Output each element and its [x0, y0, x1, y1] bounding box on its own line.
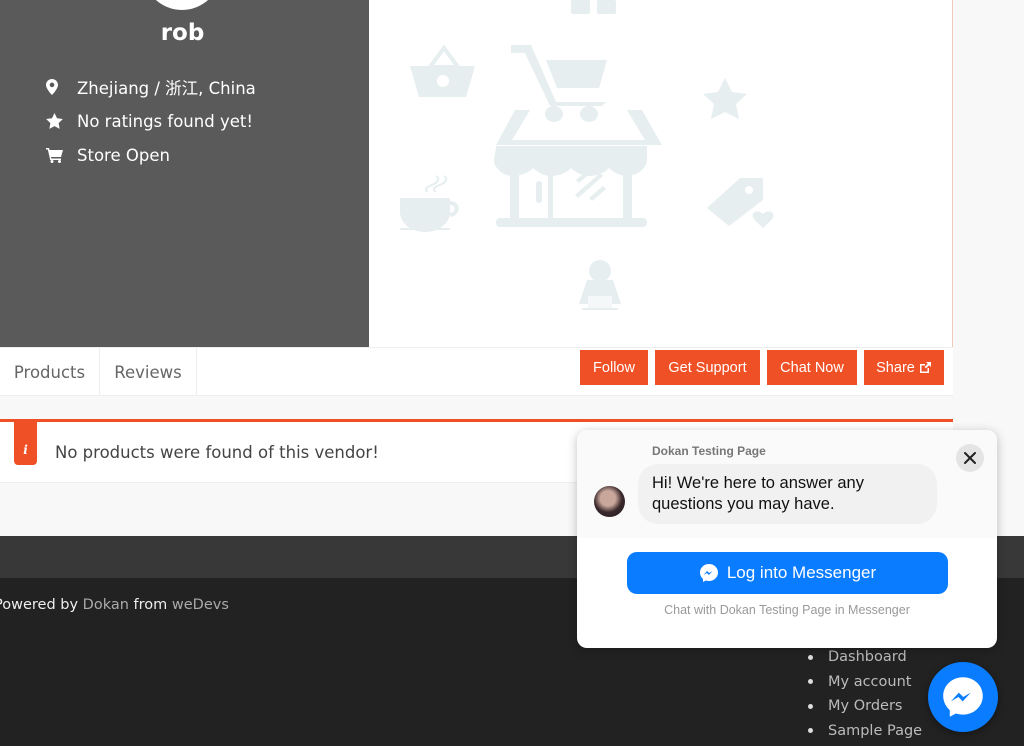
shopping-cart-icon — [46, 147, 77, 163]
basket-icon — [410, 44, 475, 97]
store-status: Store Open — [46, 138, 256, 172]
messenger-icon — [699, 563, 719, 583]
log-into-messenger-button[interactable]: Log into Messenger — [627, 552, 948, 594]
close-button[interactable] — [956, 444, 984, 472]
messenger-chat-button[interactable] — [928, 662, 998, 732]
star-icon — [46, 113, 77, 129]
coffee-cup-icon — [400, 175, 459, 232]
footer-link-sample-page[interactable]: Sample Page — [808, 719, 922, 744]
share-label: Share — [876, 359, 915, 376]
follow-button[interactable]: Follow — [580, 350, 648, 385]
store-header: rob Zhejiang / 浙江, China No ratings foun… — [0, 0, 953, 396]
messenger-subtext: Chat with Dokan Testing Page in Messenge… — [664, 603, 910, 617]
footer-link-dashboard[interactable]: Dashboard — [808, 645, 922, 670]
store-banner — [370, 0, 952, 347]
close-icon — [964, 452, 976, 464]
gift-icon — [571, 0, 590, 14]
page-avatar — [594, 486, 625, 517]
tab-reviews[interactable]: Reviews — [100, 348, 197, 396]
vendor-person-icon — [579, 260, 621, 310]
log-into-messenger-label: Log into Messenger — [726, 563, 877, 582]
notice-text: No products were found of this vendor! — [55, 443, 379, 462]
get-support-button[interactable]: Get Support — [655, 350, 760, 385]
chat-now-button[interactable]: Chat Now — [767, 350, 857, 385]
from-text: from — [133, 597, 168, 613]
store-avatar — [143, 0, 221, 10]
footer-link-my-orders[interactable]: My Orders — [808, 694, 922, 719]
messenger-page-name: Dokan Testing Page — [652, 444, 766, 458]
messenger-greeting-area: Dokan Testing Page Hi! We're here to ans… — [577, 430, 997, 538]
store-profile-panel: rob Zhejiang / 浙江, China No ratings foun… — [0, 0, 369, 347]
info-icon: i — [14, 422, 37, 465]
footer-credit: Powered by Dokan from weDevs — [0, 597, 229, 613]
star-decor-icon — [703, 78, 747, 119]
map-marker-icon — [46, 79, 77, 95]
share-button[interactable]: Share — [864, 350, 944, 385]
dokan-link[interactable]: Dokan — [83, 597, 129, 613]
greeting-bubble: Hi! We're here to answer any questions y… — [638, 464, 937, 524]
store-rating-text: No ratings found yet! — [77, 111, 253, 131]
store-icon — [494, 45, 662, 227]
store-banner-illustration — [400, 0, 774, 310]
store-rating: No ratings found yet! — [46, 104, 256, 138]
external-link-icon — [919, 361, 932, 374]
store-info-list: Zhejiang / 浙江, China No ratings found ye… — [46, 70, 256, 172]
store-name: rob — [160, 20, 205, 46]
tab-products[interactable]: Products — [0, 348, 100, 396]
footer-menu: Dashboard My account My Orders Sample Pa… — [808, 645, 922, 743]
messenger-icon — [941, 675, 985, 719]
wedevs-link[interactable]: weDevs — [172, 597, 229, 613]
price-tag-icon — [707, 178, 774, 228]
store-address-text: Zhejiang / 浙江, China — [77, 79, 256, 98]
messenger-chat-popup: Dokan Testing Page Hi! We're here to ans… — [577, 430, 997, 648]
store-address: Zhejiang / 浙江, China — [46, 70, 256, 104]
store-status-text: Store Open — [77, 145, 170, 165]
powered-by-text: Powered by — [0, 597, 79, 613]
footer-link-my-account[interactable]: My account — [808, 670, 922, 695]
